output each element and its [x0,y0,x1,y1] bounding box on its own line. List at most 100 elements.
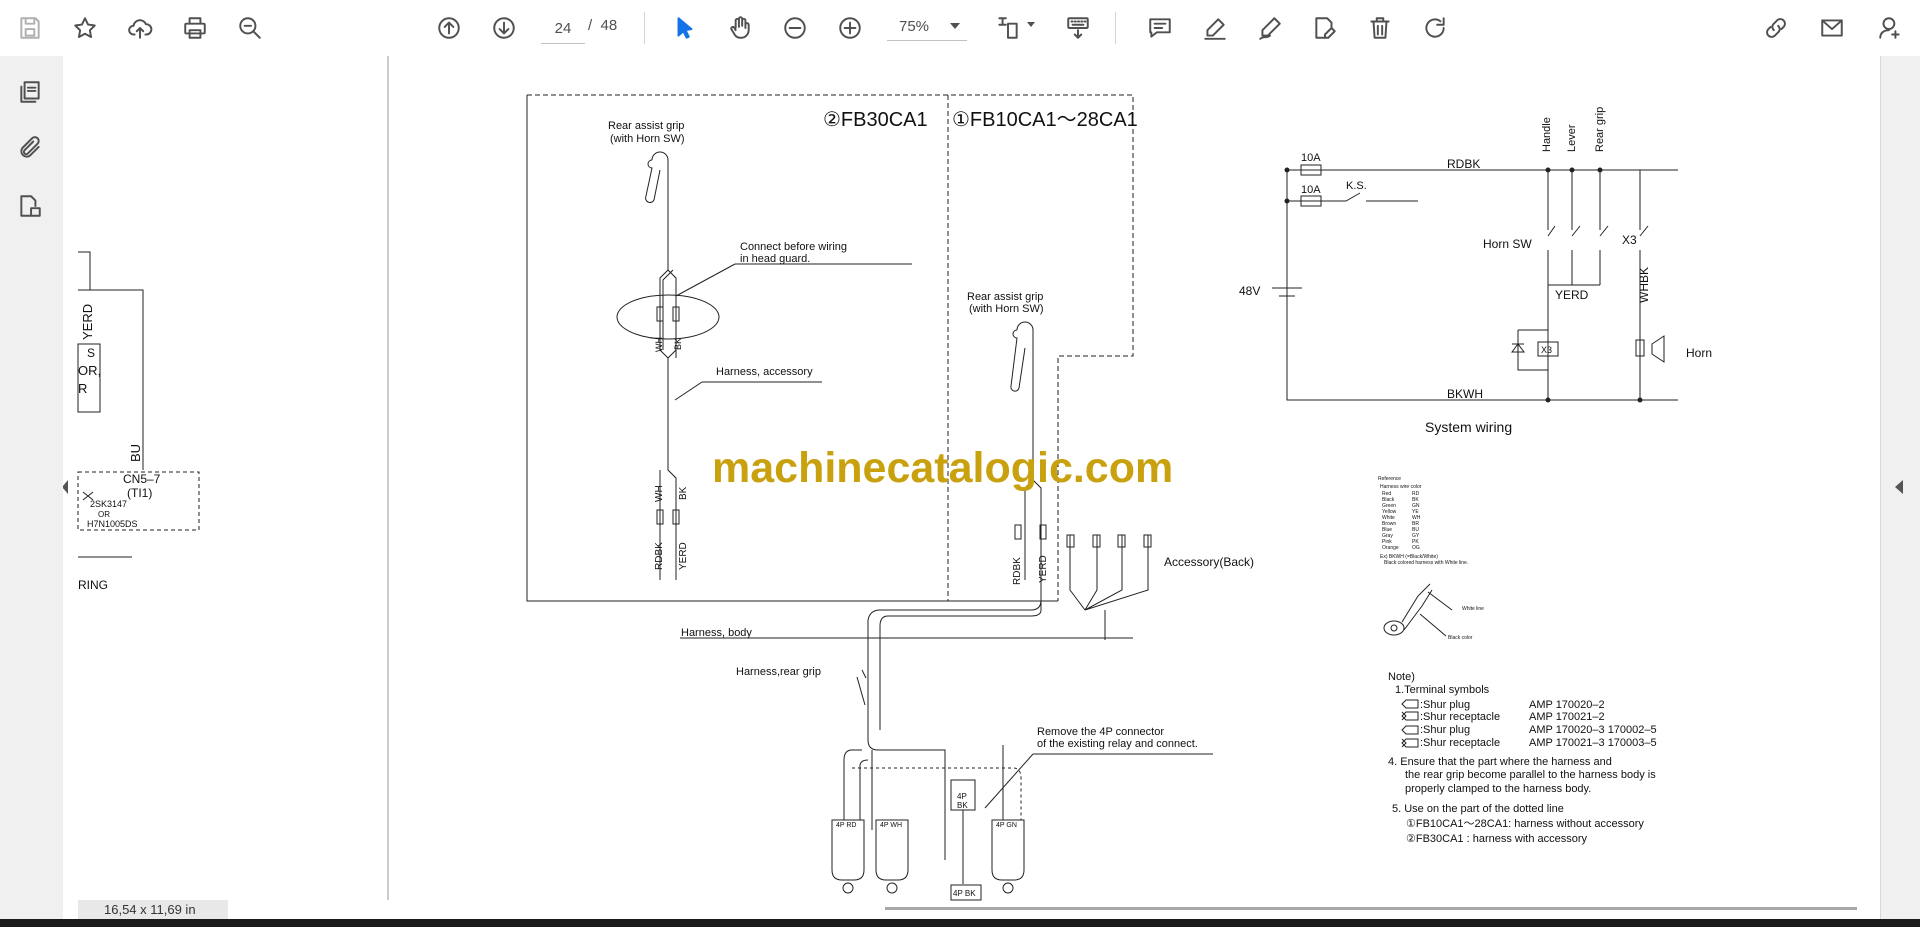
left-part-2: H7N1005DS [87,519,138,529]
yerd-label: YERD [1555,288,1589,302]
ks-label: K.S. [1346,180,1367,192]
lever-label: Lever [1566,124,1578,152]
terminal-symbols [1401,699,1419,748]
symbol-1-desc: :Shur plug [1420,699,1470,711]
symbol-4-amp: AMP 170021–3 170003–5 [1529,737,1657,749]
reference-example-2: Black colored harness with White line. [1384,560,1468,566]
page-count: / 48 [588,17,618,34]
layers-button[interactable] [10,186,50,226]
wire-wh-upper: WH [654,337,664,352]
connector-4p-rd: 4P RD [836,822,857,829]
wire-rdbk-right: RDBK [1012,557,1023,585]
previous-page-button[interactable] [429,8,469,48]
left-wire-bu: BU [128,444,143,462]
variant-1-label: ①FB10CA1～28CA1 [952,109,1138,131]
left-wire-yerd: YERD [80,304,95,340]
highlight-button[interactable] [1195,8,1235,48]
separator [1115,12,1116,44]
email-button[interactable] [1812,8,1852,48]
arrow-up-circle-icon [438,17,460,39]
comment-button[interactable] [1140,8,1180,48]
whbk-label: WHBK [1637,267,1651,303]
bottom-edge [0,919,1920,927]
chevron-down-icon [1027,22,1035,27]
hand-tool-button[interactable] [720,8,760,48]
share-link-button[interactable] [1756,8,1796,48]
select-tool-button[interactable] [665,8,705,48]
fuse-2-label: 10A [1301,184,1321,196]
pages-icon [20,81,40,103]
cloud-upload-icon [128,19,153,39]
redo-button[interactable] [1415,8,1455,48]
next-page-button[interactable] [484,8,524,48]
find-button[interactable] [230,8,270,48]
add-user-button[interactable] [1870,8,1910,48]
note-title: Note) [1388,671,1415,683]
left-part-or: OR [98,510,110,519]
page-thumbnails-button[interactable] [10,72,50,112]
reference-header: Harness wire color [1380,484,1422,490]
wire-yerd-right: YERD [1038,555,1049,583]
connect-note-1: Connect before wiring [740,241,847,253]
system-wiring-title: System wiring [1425,419,1512,435]
zoom-out-button[interactable] [775,8,815,48]
draw-button[interactable] [1250,8,1290,48]
delete-button[interactable] [1360,8,1400,48]
symbol-4-desc: :Shur receptacle [1420,737,1500,749]
zoom-value: 75% [899,18,930,35]
search-zoom-icon [239,17,261,39]
symbol-3-desc: :Shur plug [1420,724,1470,736]
remove-note-1: Remove the 4P connector [1037,726,1164,738]
horizontal-scrollbar[interactable] [885,907,1857,910]
minus-circle-icon [784,17,806,39]
link-user-icon [1766,18,1786,38]
connect-note-2: in head guard. [740,253,810,265]
left-title-fragment: RING [78,578,108,592]
wire-bottom-label: BKWH [1447,387,1483,401]
harness-body-label: Harness, body [681,627,752,639]
star-icon [74,17,96,38]
save-icon [20,17,40,39]
save-button[interactable] [10,8,50,48]
keyboard-scroll-button[interactable] [1058,8,1098,48]
document-viewer[interactable]: YERD S OR, R BU CN5–7 (TI1) 2SK3147 OR H… [63,56,1880,919]
connector-4p-label: 4P [957,792,967,801]
comment-icon [1149,18,1171,38]
pen-icon [1204,18,1226,40]
attachments-button[interactable] [10,128,50,168]
symbol-1-amp: AMP 170020–2 [1529,699,1605,711]
wire-bk-lower: BK [678,486,689,500]
x3-switch-label: X3 [1622,233,1637,247]
right-panel-bar [1880,56,1920,919]
keyboard-down-icon [1067,17,1089,39]
harness-diagram-lines [526,94,1213,901]
left-label-or: OR, [78,363,101,378]
fit-page-icon [998,17,1018,39]
left-label-s: S [87,346,95,360]
print-button[interactable] [175,8,215,48]
page-number-input[interactable] [541,13,585,44]
page-fit-button[interactable] [988,8,1028,48]
note-item-1: 1.Terminal symbols [1395,684,1490,696]
expand-right-panel-icon[interactable] [1895,480,1903,494]
harness-rear-grip-label: Harness,rear grip [736,666,821,678]
user-plus-icon [1879,17,1900,39]
bookmark-star-button[interactable] [65,8,105,48]
page-size-text: 16,54 x 11,69 in [104,902,196,917]
printer-icon [184,17,206,39]
edit-text-button[interactable] [1305,8,1345,48]
wire-wh-lower: WH [654,485,665,502]
wire-yerd-left: YERD [678,542,689,570]
chevron-down-icon [950,23,960,29]
symbol-2-desc: :Shur receptacle [1420,711,1500,723]
arrow-down-circle-icon [493,17,515,39]
collapse-left-arrow-icon[interactable] [63,480,68,494]
zoom-in-button[interactable] [830,8,870,48]
rear-grip-label-left-2: (with Horn SW) [610,133,685,145]
reference-black-color: Black color [1448,635,1473,641]
relay-label: X3 [1541,345,1552,355]
edit-document-icon [1315,17,1336,39]
reference-title: Reference [1378,476,1401,482]
horn-sw-label: Horn SW [1483,237,1532,251]
upload-cloud-button[interactable] [120,8,160,48]
